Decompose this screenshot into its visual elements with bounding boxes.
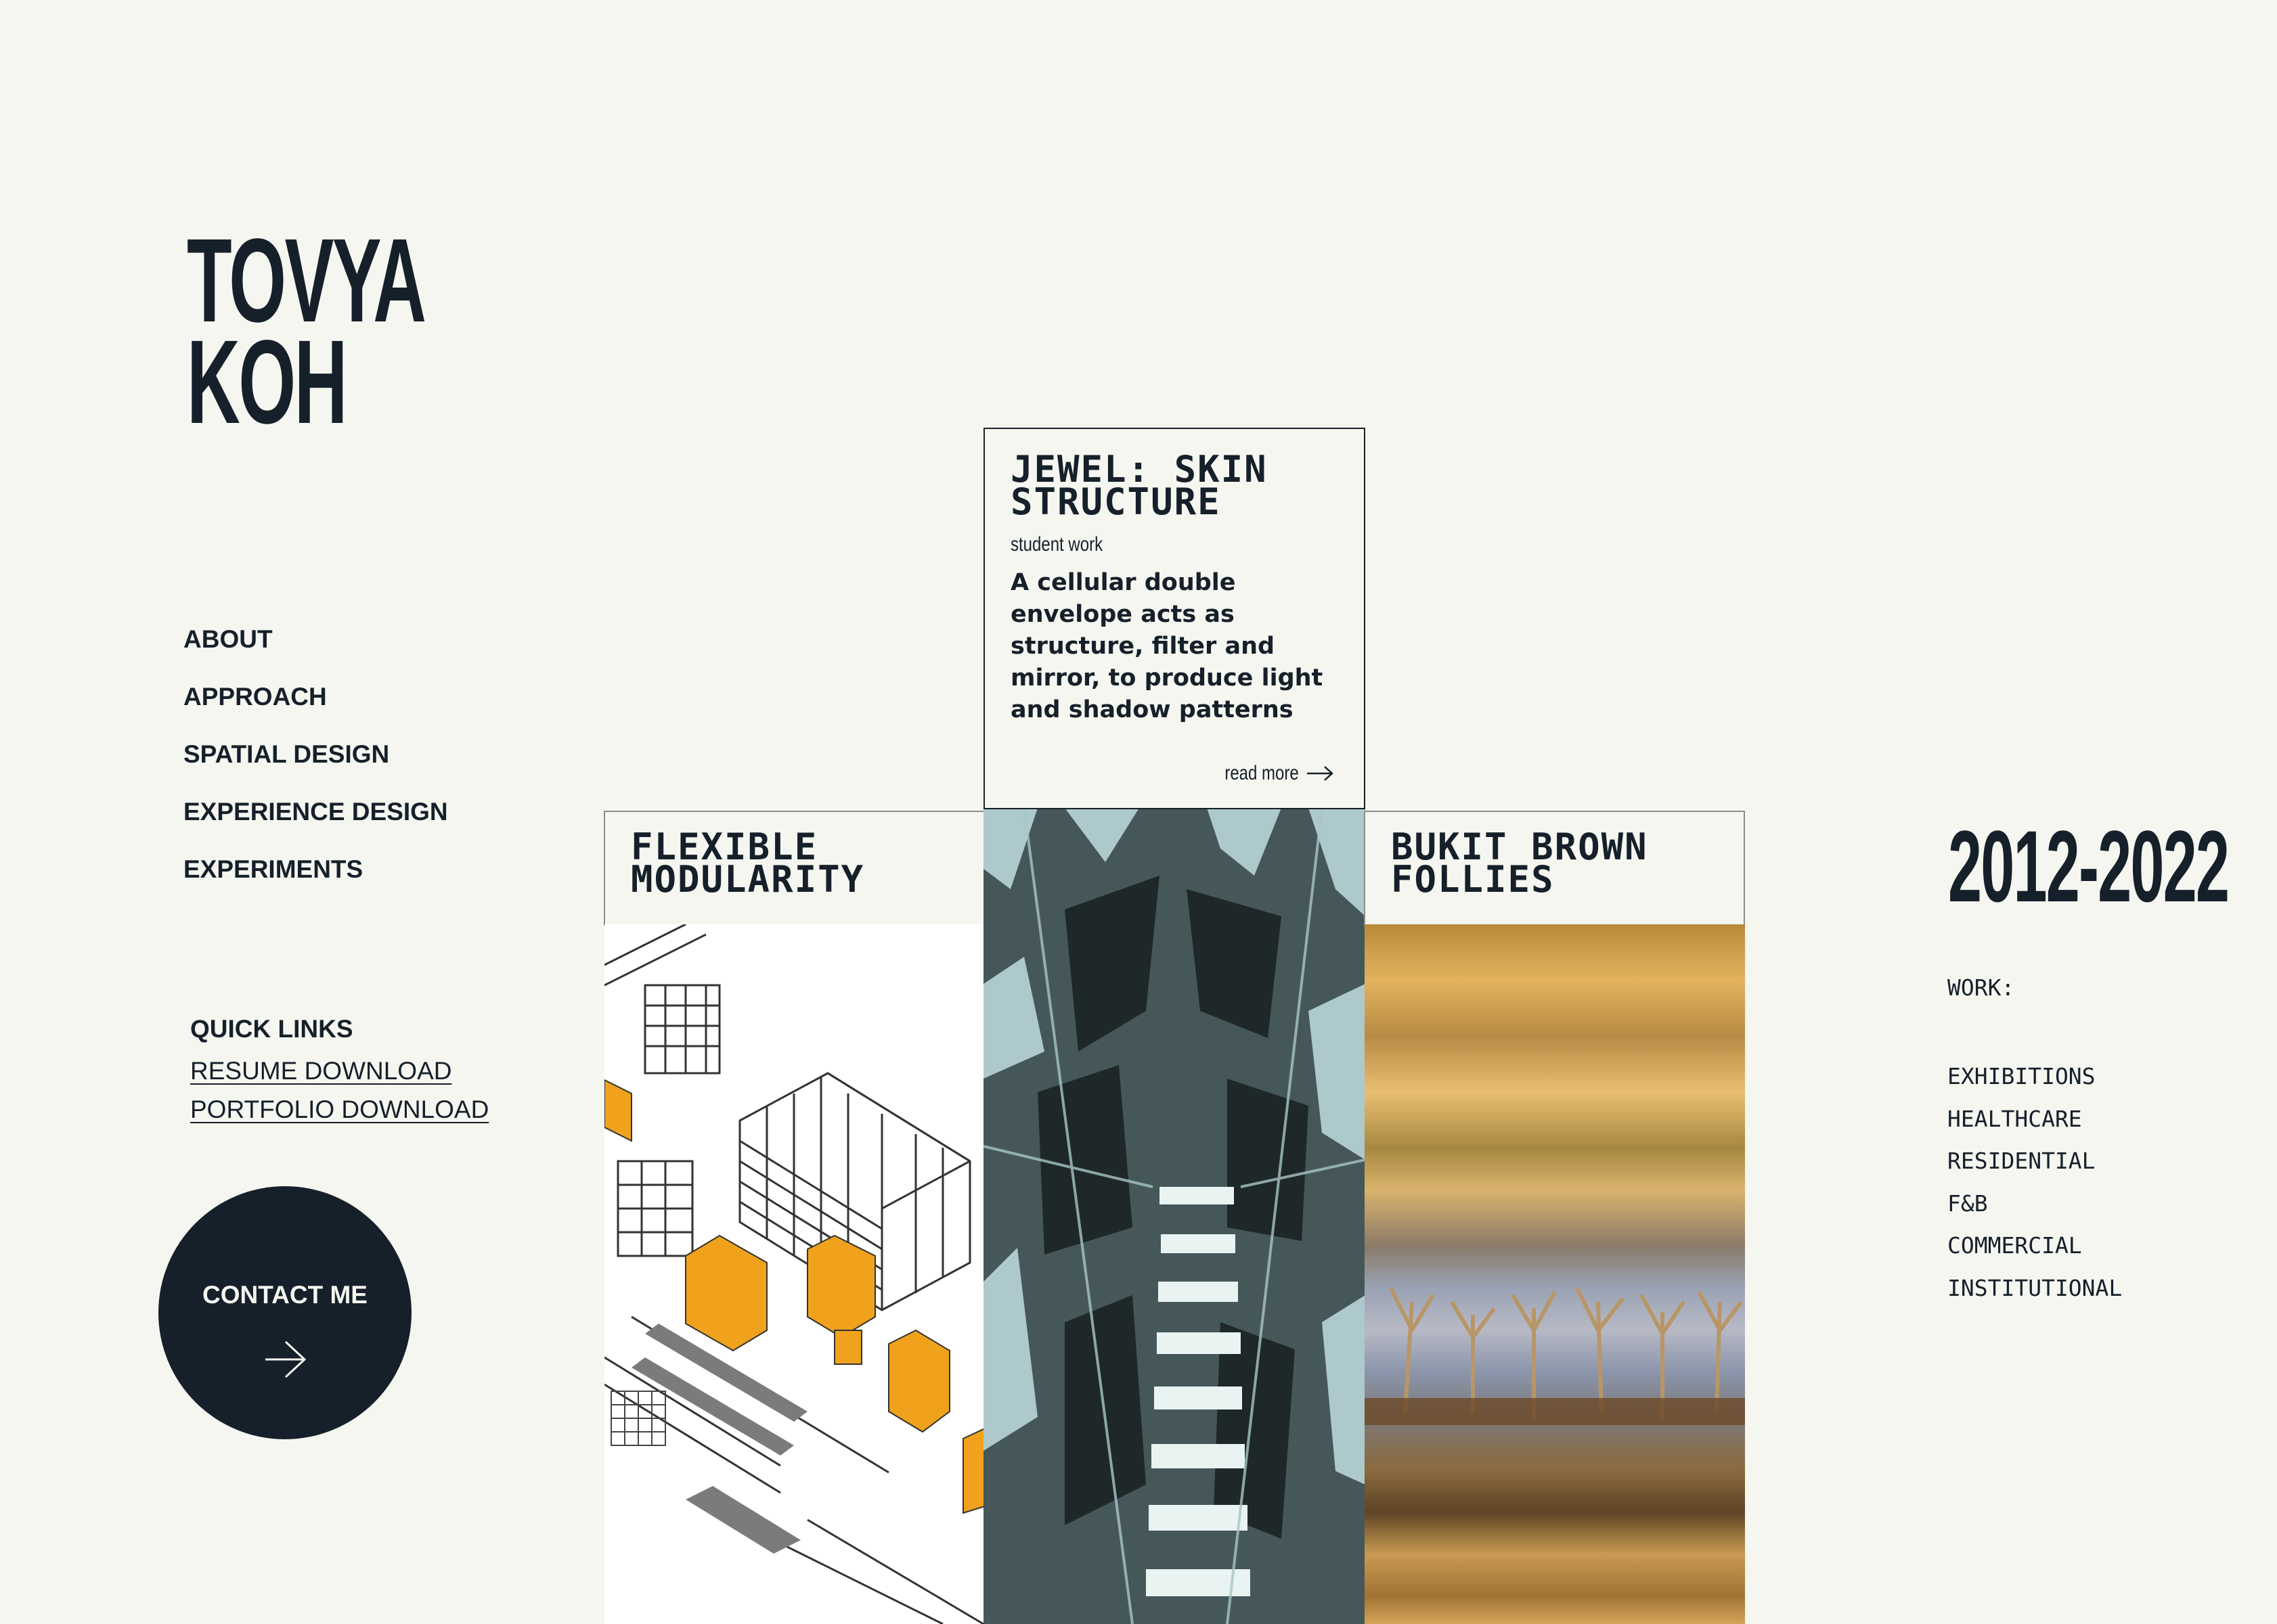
work-category-commercial[interactable]: COMMERCIAL bbox=[1947, 1225, 2122, 1267]
work-categories: EXHIBITIONS HEALTHCARE RESIDENTIAL F&B C… bbox=[1947, 1056, 2122, 1309]
arrow-right-icon bbox=[1307, 766, 1333, 781]
project-title-jewel: JEWEL: SKIN STRUCTURE bbox=[1011, 448, 1268, 523]
work-label: WORK: bbox=[1947, 974, 2015, 1001]
years-range: 2012-2022 bbox=[1948, 809, 2230, 923]
faceted-structure-image bbox=[983, 808, 1365, 1624]
project-card-flexible-modularity[interactable]: FLEXIBLE MODULARITY bbox=[604, 811, 985, 926]
isometric-drawing bbox=[604, 924, 985, 1624]
quick-links-heading: QUICK LINKS bbox=[190, 1015, 353, 1043]
work-category-residential[interactable]: RESIDENTIAL bbox=[1947, 1140, 2122, 1183]
project-kind: student work bbox=[1011, 533, 1103, 556]
read-more-label: read more bbox=[1224, 762, 1299, 784]
site-logo[interactable]: TOVYA KOH bbox=[187, 221, 426, 442]
project-title-flexible-modularity: FLEXIBLE MODULARITY bbox=[631, 826, 865, 901]
nav-item-approach[interactable]: APPROACH bbox=[183, 668, 448, 725]
project-image-flexible-modularity[interactable] bbox=[604, 924, 985, 1624]
contact-me-button[interactable]: CONTACT ME bbox=[158, 1186, 412, 1439]
nav-item-spatial-design[interactable]: SPATIAL DESIGN bbox=[183, 725, 448, 783]
model-photo-image bbox=[1365, 1288, 1745, 1425]
project-image-bukit-brown[interactable] bbox=[1365, 924, 1745, 1624]
portfolio-download-link[interactable]: PORTFOLIO DOWNLOAD bbox=[190, 1090, 489, 1129]
project-description: A cellular double envelope acts as struc… bbox=[1011, 569, 1323, 723]
resume-download-link[interactable]: RESUME DOWNLOAD bbox=[190, 1052, 489, 1090]
project-image-jewel[interactable] bbox=[983, 808, 1365, 1624]
nav-item-experience-design[interactable]: EXPERIENCE DESIGN bbox=[183, 783, 448, 840]
project-title-bukit-brown: BUKIT BROWN FOLLIES bbox=[1391, 826, 1648, 901]
work-category-fnb[interactable]: F&B bbox=[1947, 1183, 2122, 1225]
project-card-jewel[interactable]: JEWEL: SKIN STRUCTURE student work A cel… bbox=[983, 428, 1365, 809]
nav-item-about[interactable]: ABOUT bbox=[183, 610, 448, 668]
nav-item-experiments[interactable]: EXPERIMENTS bbox=[183, 840, 448, 898]
work-category-institutional[interactable]: INSTITUTIONAL bbox=[1947, 1267, 2122, 1310]
work-category-healthcare[interactable]: HEALTHCARE bbox=[1947, 1098, 2122, 1141]
main-nav: ABOUT APPROACH SPATIAL DESIGN EXPERIENCE… bbox=[183, 610, 448, 898]
project-card-bukit-brown[interactable]: BUKIT BROWN FOLLIES bbox=[1364, 811, 1745, 926]
contact-me-label: CONTACT ME bbox=[202, 1281, 368, 1309]
work-category-exhibitions[interactable]: EXHIBITIONS bbox=[1947, 1056, 2122, 1098]
quick-links: QUICK LINKS RESUME DOWNLOAD PORTFOLIO DO… bbox=[190, 1012, 489, 1129]
read-more-link[interactable]: read more bbox=[1206, 762, 1334, 785]
arrow-right-icon bbox=[265, 1340, 307, 1378]
